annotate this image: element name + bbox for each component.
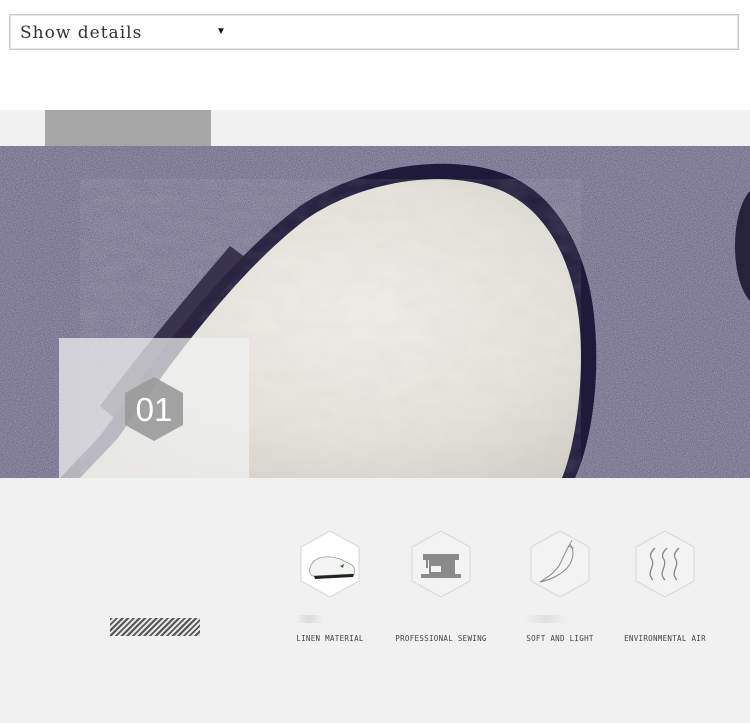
feature-linen: LINEN MATERIAL (285, 530, 375, 660)
chevron-down-icon[interactable]: ▼ (216, 26, 226, 37)
hatch-decoration (110, 618, 200, 636)
feature-soft: SOFT AND LIGHT (515, 530, 605, 660)
feather-icon (530, 530, 590, 598)
section-tab (45, 110, 211, 146)
feature-label: ENVIRONMENTAL AIR (624, 634, 706, 643)
feature-air: ENVIRONMENTAL AIR (620, 530, 710, 660)
label-shadow (295, 615, 365, 623)
details-select-value: Show details (20, 23, 143, 43)
label-shadow (525, 615, 595, 623)
shoe-icon (300, 530, 360, 598)
air-flow-icon (635, 530, 695, 598)
section-number: 01 (135, 391, 173, 428)
details-select[interactable]: Show details ▼ (9, 14, 739, 50)
feature-sewing: PROFESSIONAL SEWING (395, 530, 486, 660)
sewing-machine-icon (411, 530, 471, 598)
feature-label: PROFESSIONAL SEWING (395, 634, 487, 643)
number-badge: 01 (125, 377, 183, 441)
